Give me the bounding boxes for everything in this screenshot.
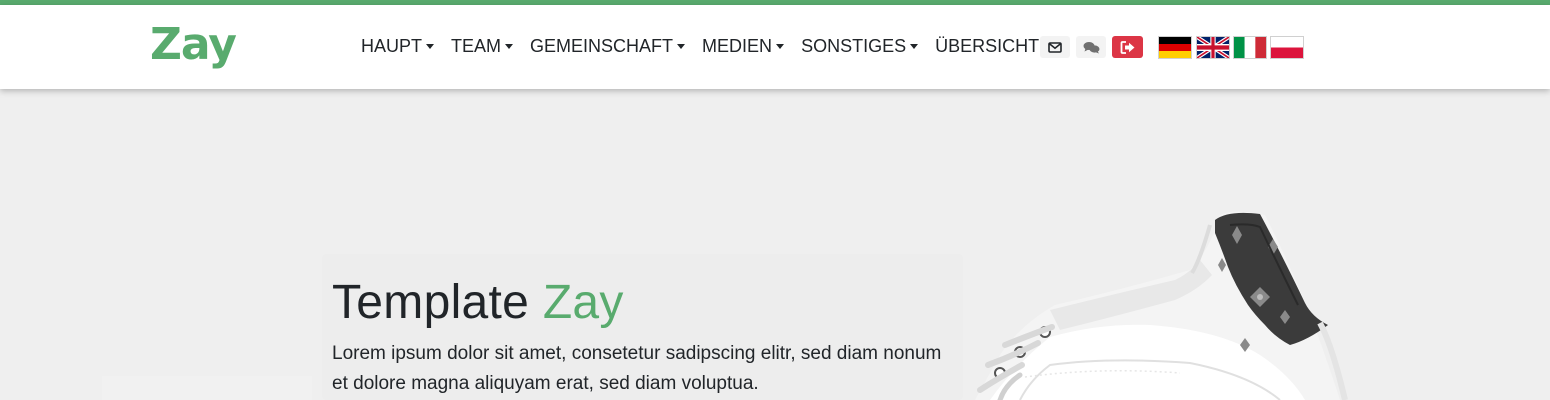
main-nav: HAUPT TEAM GEMEINSCHAFT MEDIEN SONSTIGES… — [361, 34, 1068, 58]
hero-title-accent: Zay — [542, 276, 624, 329]
envelope-icon — [1048, 41, 1062, 53]
polish-flag-icon — [1271, 37, 1303, 58]
logout-button[interactable] — [1112, 36, 1143, 58]
chat-bubbles-icon — [1083, 41, 1099, 53]
caret-down-icon — [505, 44, 514, 49]
caret-down-icon — [910, 44, 919, 49]
nav-item-haupt[interactable]: HAUPT — [361, 35, 435, 57]
caret-down-icon — [776, 44, 785, 49]
site-logo[interactable]: Zay — [150, 17, 237, 73]
mail-button[interactable] — [1040, 36, 1070, 58]
language-italian[interactable] — [1233, 36, 1267, 59]
hero-text-line-1: Lorem ipsum dolor sit amet, consetetur s… — [332, 343, 942, 364]
nav-item-label: GEMEINSCHAFT — [530, 35, 674, 56]
language-polish[interactable] — [1270, 36, 1304, 59]
sign-out-icon — [1120, 40, 1134, 54]
nav-item-sonstiges[interactable]: SONSTIGES — [801, 35, 919, 57]
nav-item-label: SONSTIGES — [801, 35, 907, 56]
italian-flag-icon — [1234, 37, 1266, 58]
nav-item-label: MEDIEN — [702, 35, 773, 56]
carousel-side-panel — [102, 376, 312, 400]
hero-title-main: Template — [332, 276, 530, 329]
caret-down-icon — [677, 44, 686, 49]
caret-down-icon — [426, 44, 435, 49]
sneaker-image — [975, 211, 1348, 400]
nav-item-gemeinschaft[interactable]: GEMEINSCHAFT — [530, 35, 686, 57]
nav-item-medien[interactable]: MEDIEN — [702, 35, 785, 57]
language-german[interactable] — [1158, 36, 1192, 59]
site-header: Zay HAUPT TEAM GEMEINSCHAFT MEDIEN SONST… — [0, 5, 1550, 89]
nav-item-team[interactable]: TEAM — [451, 35, 514, 57]
nav-item-label: HAUPT — [361, 35, 423, 56]
language-english[interactable] — [1196, 36, 1230, 59]
uk-flag-icon — [1197, 37, 1229, 58]
nav-item-label: ÜBERSICHT — [935, 35, 1040, 56]
nav-item-uebersicht[interactable]: ÜBERSICHT — [935, 35, 1052, 57]
german-flag-icon — [1159, 37, 1191, 58]
nav-item-label: TEAM — [451, 35, 502, 56]
hero-title: Template Zay — [332, 274, 624, 332]
chat-button[interactable] — [1076, 36, 1106, 58]
hero-text-line-2: et dolore magna aliquyam erat, sed diam … — [332, 373, 759, 394]
